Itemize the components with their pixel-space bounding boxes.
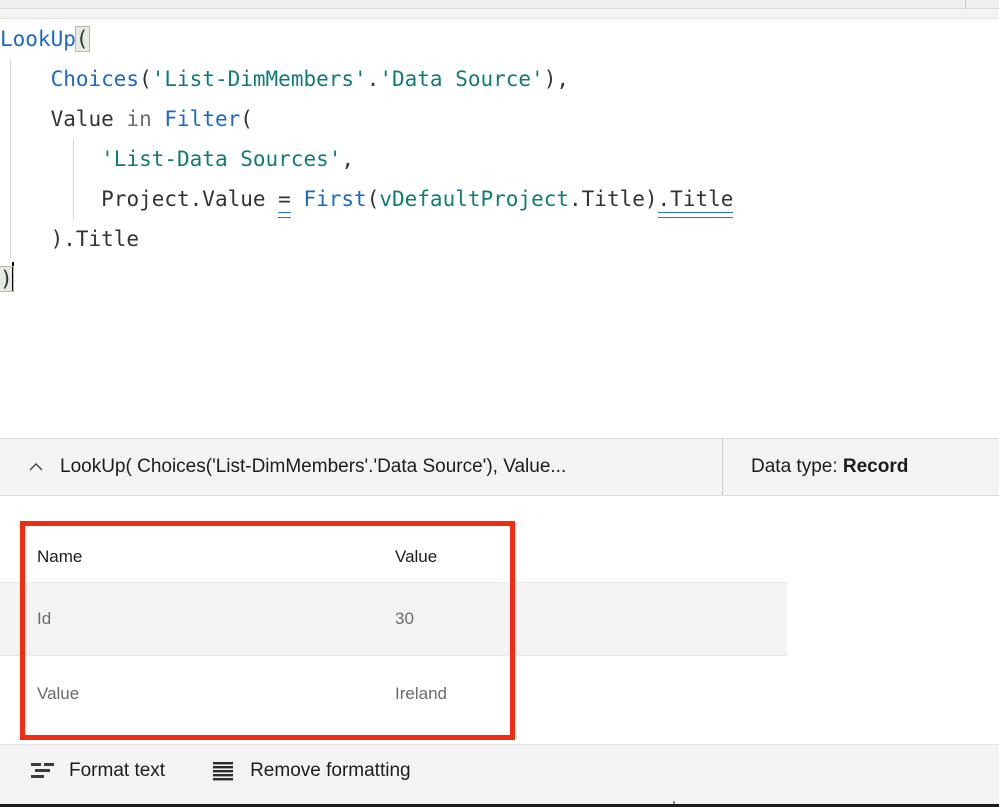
- indent-guide: [10, 179, 11, 219]
- code-punctuation: (: [366, 187, 380, 211]
- data-type-label: Data type:: [751, 456, 843, 477]
- indent-guide: [10, 99, 11, 139]
- code-line: LookUp(: [0, 19, 999, 59]
- chevron-up-icon[interactable]: [26, 457, 46, 477]
- format-text-icon: [30, 761, 56, 781]
- code-line: Value in Filter(: [0, 99, 999, 139]
- indent-guide: [73, 179, 74, 219]
- remove-formatting-icon: [211, 761, 237, 781]
- text-cursor: [11, 262, 14, 292]
- indent-guide: [10, 59, 11, 99]
- code-function: First: [303, 187, 367, 211]
- cell-name: Id: [37, 609, 52, 628]
- code-punctuation: (: [240, 107, 253, 131]
- code-punctuation: [152, 107, 165, 131]
- code-function: Filter: [164, 107, 241, 131]
- cell-value: 30: [395, 609, 414, 628]
- code-punctuation: ).Title: [50, 227, 140, 251]
- bracket-match-highlight: (: [74, 26, 90, 52]
- window-top-strip: [0, 0, 999, 19]
- table-row[interactable]: Id 30: [0, 582, 787, 656]
- formula-summary-text: LookUp( Choices('List-DimMembers'.'Data …: [60, 456, 567, 477]
- code-punctuation: [291, 187, 304, 211]
- cell-name: Value: [37, 684, 80, 703]
- formula-editor[interactable]: LookUp( Choices('List-DimMembers'.'Data …: [0, 19, 999, 433]
- cell-value: Ireland: [395, 684, 447, 703]
- code-punctuation: .Title): [569, 187, 658, 211]
- format-text-label: Format text: [69, 759, 166, 781]
- code-line: 'List-Data Sources',: [0, 139, 999, 179]
- format-text-button[interactable]: Format text: [14, 745, 181, 796]
- code-line: ): [0, 259, 999, 299]
- column-header-name: Name: [37, 547, 83, 566]
- code-string: 'Data Source': [379, 67, 544, 91]
- code-punctuation: .: [366, 67, 380, 91]
- code-punctuation: ),: [543, 67, 570, 91]
- editor-toolbar: Format text Remove formatting: [0, 744, 999, 796]
- code-keyword: in: [126, 107, 152, 131]
- code-variable: vDefaultProject: [379, 187, 570, 211]
- top-strip-divider: [965, 0, 966, 9]
- code-function: LookUp: [0, 27, 76, 51]
- bottom-edge-tick: [673, 801, 675, 804]
- code-line: Project.Value = First(vDefaultProject.Ti…: [0, 179, 999, 219]
- table-header-row: Name Value: [0, 534, 787, 580]
- indent-guide: [10, 139, 11, 179]
- code-line: Choices('List-DimMembers'.'Data Source')…: [0, 59, 999, 99]
- code-string: 'List-DimMembers': [151, 67, 367, 91]
- result-summary-bar: LookUp( Choices('List-DimMembers'.'Data …: [0, 438, 999, 496]
- data-type-value: Record: [842, 456, 909, 477]
- code-punctuation: ,: [341, 147, 355, 171]
- data-type-indicator: Data type: Record: [723, 456, 908, 478]
- code-punctuation: (: [139, 67, 152, 91]
- window-bottom-edge: [0, 796, 999, 807]
- code-function: Choices: [50, 67, 140, 91]
- indent-guide: [73, 139, 74, 179]
- column-header-value: Value: [395, 547, 438, 566]
- code-line: ).Title: [0, 219, 999, 259]
- window-top-strip-inner: [0, 0, 999, 9]
- code-warning-token: .Title: [657, 187, 734, 211]
- remove-formatting-label: Remove formatting: [250, 759, 411, 781]
- table-row[interactable]: Value Ireland: [0, 657, 787, 731]
- code-punctuation: Project.Value: [101, 187, 279, 211]
- formula-summary-toggle[interactable]: LookUp( Choices('List-DimMembers'.'Data …: [0, 439, 723, 495]
- code-punctuation: Value: [50, 107, 127, 131]
- remove-formatting-button[interactable]: Remove formatting: [195, 745, 427, 796]
- code-warning-operator: =: [278, 187, 291, 211]
- result-table: Name Value Id 30 Value Ireland: [0, 497, 999, 743]
- indent-guide: [10, 219, 11, 259]
- code-string: 'List-Data Sources': [101, 147, 342, 171]
